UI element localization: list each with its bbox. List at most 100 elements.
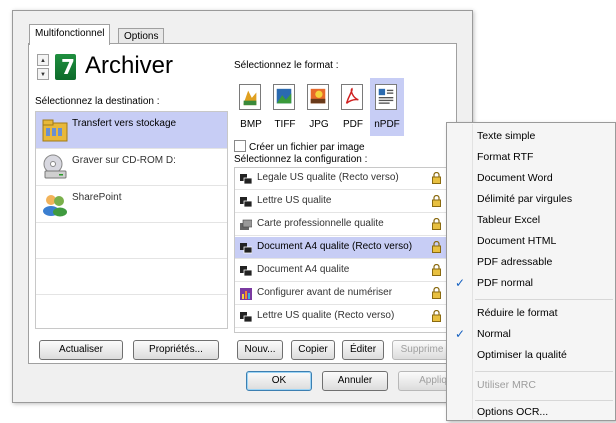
config-item-label: Legale US qualite (Recto verso) [257,172,399,183]
format-label: Sélectionnez le format : [234,60,339,71]
menu-item-format-rtf[interactable]: Format RTF [447,147,616,168]
menu-separator [475,400,613,401]
folder-icon [42,119,68,142]
tiff-icon [273,84,295,110]
properties-button[interactable]: Propriétés... [133,340,219,360]
new-config-button[interactable]: Nouv... [237,340,283,360]
menu-item-pdf-normal[interactable]: ✓ PDF normal [447,273,616,294]
destination-item-cdrom[interactable]: Graver sur CD-ROM D: [36,149,227,185]
business-card-icon [240,219,252,230]
format-item-label: BMP [240,119,262,130]
format-item-label: nPDF [374,119,400,130]
tab-panel: ▲ ▼ 7 Archiver Sélectionnez la destinati… [28,43,457,364]
spin-up-icon[interactable]: ▲ [37,54,49,66]
format-item-label: PDF [343,119,363,130]
menu-item-tableur-excel[interactable]: Tableur Excel [447,210,616,231]
menu-item-document-word[interactable]: Document Word [447,168,616,189]
menu-item-label: Normal [477,328,511,340]
lock-icon [432,241,441,253]
menu-item-delimite-virgules[interactable]: Délimité par virgules [447,189,616,210]
menu-item-label: PDF adressable [477,256,553,268]
scanner-icon [240,266,252,277]
one-file-per-image-row[interactable]: Créer un fichier par image [234,140,365,153]
format-item-npdf[interactable]: nPDF [370,78,404,136]
menu-item-label: Document HTML [477,235,557,247]
lock-icon [432,264,441,276]
lock-icon [432,310,441,322]
delete-config-button[interactable]: Supprime [392,340,452,360]
divider [36,258,227,259]
menu-item-texte-simple[interactable]: Texte simple [447,126,616,147]
npdf-icon [375,84,397,110]
spin-down-icon[interactable]: ▼ [37,68,49,80]
green-7-icon: 7 [55,54,76,80]
app-spinner[interactable]: ▲ ▼ [37,54,49,80]
menu-item-pdf-adressable[interactable]: PDF adressable [447,252,616,273]
bmp-icon [239,84,261,110]
cancel-button[interactable]: Annuler [322,371,388,391]
format-item-jpg[interactable]: JPG [302,78,336,136]
menu-item-optimiser-qualite[interactable]: Optimiser la qualité [447,345,616,366]
config-item[interactable]: Carte professionnelle qualite [235,214,453,236]
config-item[interactable]: Legale US qualite (Recto verso) [235,168,453,190]
destination-list: Transfert vers stockage Graver sur CD-RO… [35,111,228,329]
destination-item-label: SharePoint [72,192,122,203]
menu-item-options-ocr[interactable]: Options OCR... [447,402,616,423]
checkmark-icon: ✓ [454,327,466,341]
refresh-button[interactable]: Actualiser [39,340,123,360]
config-item[interactable]: Lettre US qualite (Recto verso) [235,306,453,328]
tab-multifonctionnel[interactable]: Multifonctionnel [29,24,111,45]
checkmark-icon: ✓ [454,276,466,290]
config-item-label: Configurer avant de numériser [257,287,393,298]
menu-separator [475,299,613,300]
ocr-format-context-menu: Texte simple Format RTF Document Word Dé… [446,122,616,421]
menu-item-label: PDF normal [477,277,534,289]
scanner-icon [240,197,252,208]
format-item-tiff[interactable]: TIFF [268,78,302,136]
jpg-icon [307,84,329,110]
destination-item-stockage[interactable]: Transfert vers stockage [36,112,227,148]
pdf-icon [341,84,363,110]
menu-item-document-html[interactable]: Document HTML [447,231,616,252]
format-item-bmp[interactable]: BMP [234,78,268,136]
cd-drive-icon [43,154,67,179]
format-item-pdf[interactable]: PDF [336,78,370,136]
config-item[interactable]: Configurer avant de numériser [235,283,453,305]
config-item[interactable]: Lettre US qualite [235,191,453,213]
config-item-label: Lettre US qualite [257,195,332,206]
menu-item-utiliser-mrc: Utiliser MRC [447,375,616,396]
destination-item-label: Transfert vers stockage [72,118,177,129]
menu-item-label: Document Word [477,172,553,184]
properties-dialog: Multifonctionnel Options ▲ ▼ 7 Archiver … [12,10,473,403]
scanner-icon [240,174,252,185]
menu-item-normal[interactable]: ✓ Normal [447,324,616,345]
config-item-label: Document A4 qualite (Recto verso) [257,241,413,252]
one-file-per-image-checkbox[interactable] [234,140,246,152]
divider [36,222,227,223]
destination-item-label: Graver sur CD-ROM D: [72,155,176,166]
format-item-label: JPG [309,119,329,130]
menu-separator [475,371,613,372]
config-item-label: Lettre US qualite (Recto verso) [257,310,395,321]
scanner-icon [240,312,252,323]
copy-config-button[interactable]: Copier [291,340,335,360]
divider [36,294,227,295]
configure-icon [240,288,252,300]
menu-item-label: Optimiser la qualité [477,349,567,361]
menu-item-reduire-format[interactable]: Réduire le format [447,303,616,324]
lock-icon [432,195,441,207]
destination-item-sharepoint[interactable]: SharePoint [36,186,227,222]
ok-button[interactable]: OK [246,371,312,391]
menu-item-label: Format RTF [477,151,534,163]
menu-item-label: Options OCR... [477,406,549,418]
menu-item-label: Utiliser MRC [477,379,536,391]
format-strip: BMP TIFF JPG PDF nPDF [234,78,452,136]
lock-icon [432,172,441,184]
configuration-list: Legale US qualite (Recto verso) Lettre U… [234,167,454,333]
configuration-label: Sélectionnez la configuration : [234,154,368,165]
edit-config-button[interactable]: Éditer [342,340,384,360]
config-item-selected[interactable]: Document A4 qualite (Recto verso) [235,237,453,259]
format-item-label: TIFF [274,119,296,130]
config-item[interactable]: Document A4 qualite [235,260,453,282]
one-file-per-image-label: Créer un fichier par image [249,142,365,153]
